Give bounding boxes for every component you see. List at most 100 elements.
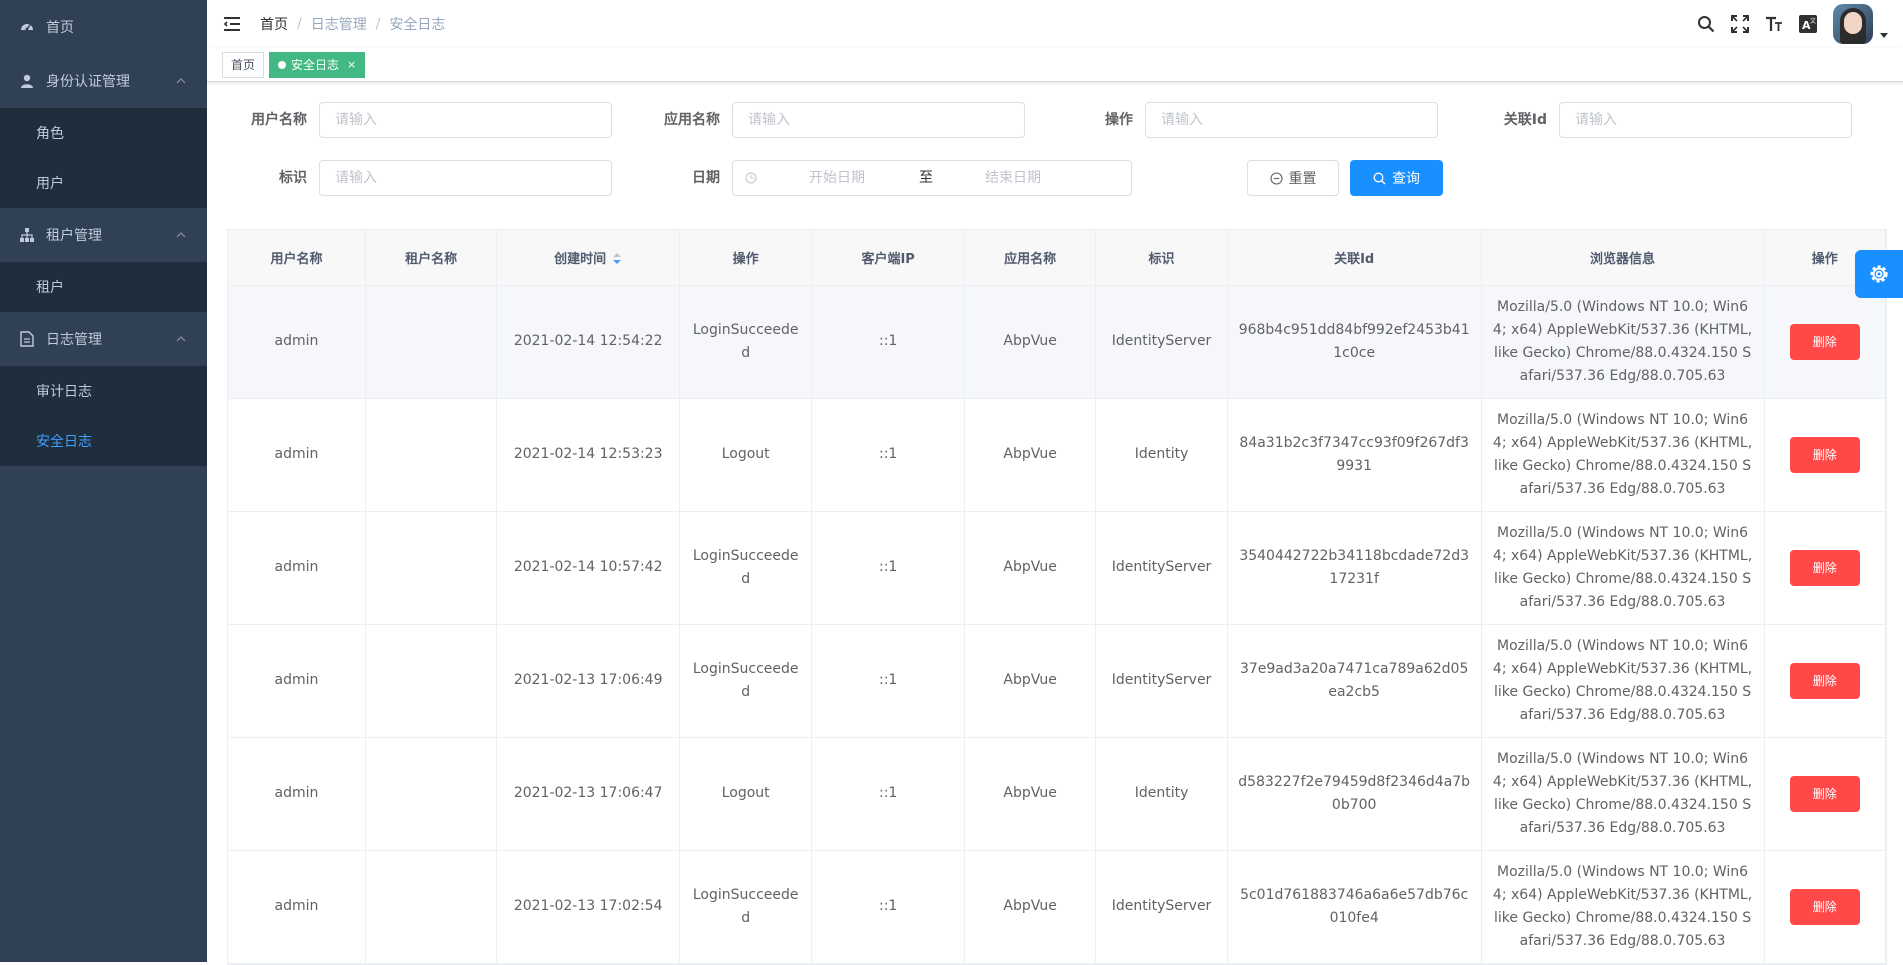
identity-input[interactable]: 请输入 (319, 160, 612, 196)
chevron-up-icon (176, 232, 186, 238)
appname-input[interactable]: 请输入 (732, 102, 1025, 138)
fullscreen-icon[interactable] (1723, 0, 1757, 48)
cell-correlation: 968b4c951dd84bf992ef2453b411c0ce (1227, 285, 1482, 399)
breadcrumb: 首页 / 日志管理 / 安全日志 (260, 14, 445, 34)
language-icon[interactable]: A文 (1791, 0, 1825, 48)
end-date-input[interactable]: 结束日期 (985, 161, 1041, 195)
tag-home[interactable]: 首页 (222, 51, 265, 78)
search-button-label: 查询 (1392, 171, 1420, 187)
sidebar-item-label: 租户 (36, 280, 64, 296)
sidebar-item-security-log[interactable]: 安全日志 (0, 416, 207, 466)
settings-button[interactable] (1855, 250, 1903, 298)
delete-button[interactable]: 删除 (1789, 436, 1860, 473)
cell-tenant (365, 398, 498, 512)
table-row[interactable]: admin 2021-02-13 17:06:49 LoginSucceeded… (228, 624, 1887, 738)
cell-appname: AbpVue (964, 285, 1097, 399)
action-input[interactable]: 请输入 (1145, 102, 1438, 138)
table-row[interactable]: admin 2021-02-14 12:54:22 LoginSucceeded… (228, 285, 1887, 399)
search-button[interactable]: 查询 (1350, 160, 1443, 196)
table-row[interactable]: admin 2021-02-13 17:06:47 Logout ::1 Abp… (228, 737, 1887, 851)
sidebar-item-identity[interactable]: 身份认证管理 (0, 54, 207, 108)
sidebar-item-home[interactable]: 首页 (0, 0, 207, 54)
username-label: 用户名称 (251, 112, 307, 128)
cell-browser: Mozilla/5.0 (Windows NT 10.0; Win64; x64… (1481, 850, 1765, 964)
col-header-created-time[interactable]: 创建时间 (496, 230, 680, 286)
cell-correlation: 3540442722b34118bcdade72d317231f (1227, 511, 1482, 625)
table-row[interactable]: admin 2021-02-13 17:02:54 LoginSucceeded… (228, 850, 1887, 964)
avatar[interactable] (1833, 4, 1873, 44)
col-header-appname: 应用名称 (964, 230, 1097, 286)
breadcrumb-home[interactable]: 首页 (260, 14, 288, 34)
cell-browser: Mozilla/5.0 (Windows NT 10.0; Win64; x64… (1481, 737, 1765, 851)
svg-text:文: 文 (1810, 17, 1816, 25)
table-header-row: 用户名称 租户名称 创建时间 操作 客户端IP 应用名称 标识 关联Id 浏览器… (228, 230, 1887, 286)
cell-identity: IdentityServer (1095, 511, 1228, 625)
filter-form: 用户名称 请输入 应用名称 请输入 操作 请输入 关联Id 请输入 标识 请输入… (227, 102, 1887, 218)
sidebar-item-label: 租户管理 (46, 228, 102, 244)
sort-icon[interactable] (612, 252, 622, 266)
cell-action: Logout (679, 737, 813, 851)
table-row[interactable]: admin 2021-02-14 10:57:42 LoginSucceeded… (228, 511, 1887, 625)
clock-icon (745, 172, 757, 184)
col-header-browser: 浏览器信息 (1481, 230, 1765, 286)
table-row[interactable]: admin 2021-02-14 12:53:23 Logout ::1 Abp… (228, 398, 1887, 512)
breadcrumb-log-mgmt[interactable]: 日志管理 (311, 14, 367, 34)
cell-client-ip: ::1 (811, 285, 965, 399)
sidebar: 首页 身份认证管理 角色 用户 租户管理 租户 日志管理 审计日志 安全日志 (0, 0, 207, 962)
cell-browser: Mozilla/5.0 (Windows NT 10.0; Win64; x64… (1481, 398, 1765, 512)
sidebar-item-tenants[interactable]: 租户 (0, 262, 207, 312)
reset-button[interactable]: 重置 (1247, 160, 1339, 196)
sidebar-item-log-mgmt[interactable]: 日志管理 (0, 312, 207, 366)
cell-username: admin (228, 737, 366, 851)
delete-button[interactable]: 删除 (1789, 549, 1860, 586)
active-dot-icon (278, 60, 287, 69)
delete-button[interactable]: 删除 (1789, 662, 1860, 699)
navbar: 首页 / 日志管理 / 安全日志 A文 (207, 0, 1903, 48)
hamburger-icon[interactable] (222, 14, 242, 34)
username-input[interactable]: 请输入 (319, 102, 612, 138)
submenu-tenant: 租户 (0, 262, 207, 312)
cell-created-time: 2021-02-13 17:06:49 (496, 624, 680, 738)
cell-client-ip: ::1 (811, 398, 965, 512)
date-range-picker[interactable]: 开始日期 至 结束日期 (732, 160, 1132, 196)
delete-button[interactable]: 删除 (1789, 775, 1860, 812)
delete-button[interactable]: 删除 (1789, 323, 1860, 360)
security-log-table: 用户名称 租户名称 创建时间 操作 客户端IP 应用名称 标识 关联Id 浏览器… (227, 229, 1887, 965)
cell-username: admin (228, 398, 366, 512)
cell-username: admin (228, 511, 366, 625)
cell-identity: Identity (1095, 398, 1228, 512)
cell-action: LoginSucceeded (679, 624, 813, 738)
sidebar-item-tenant-mgmt[interactable]: 租户管理 (0, 208, 207, 262)
range-separator: 至 (919, 170, 933, 186)
delete-button[interactable]: 删除 (1789, 888, 1860, 925)
col-header-identity: 标识 (1095, 230, 1228, 286)
caret-down-icon[interactable] (1879, 30, 1889, 40)
col-header-client-ip: 客户端IP (811, 230, 965, 286)
appname-label: 应用名称 (664, 112, 720, 128)
font-size-icon[interactable] (1757, 0, 1791, 48)
start-date-input[interactable]: 开始日期 (809, 161, 865, 195)
sidebar-item-label: 用户 (36, 176, 64, 192)
cell-operation: 删除 (1764, 511, 1887, 625)
col-header-username: 用户名称 (228, 230, 366, 286)
main-content: 首页 / 日志管理 / 安全日志 A文 首页 安全日志 × 用户名称 请输入 应… (207, 0, 1903, 965)
submenu-identity: 角色 用户 (0, 108, 207, 208)
sidebar-item-label: 审计日志 (36, 384, 92, 400)
correlation-input[interactable]: 请输入 (1559, 102, 1852, 138)
sidebar-item-audit-log[interactable]: 审计日志 (0, 366, 207, 416)
col-header-label: 创建时间 (554, 251, 607, 267)
cell-client-ip: ::1 (811, 737, 965, 851)
close-icon[interactable]: × (347, 53, 356, 77)
cell-client-ip: ::1 (811, 624, 965, 738)
search-icon (1373, 172, 1386, 184)
cell-correlation: 5c01d761883746a6a6e57db76c010fe4 (1227, 850, 1482, 964)
breadcrumb-security-log: 安全日志 (389, 17, 446, 33)
cell-appname: AbpVue (964, 511, 1097, 625)
sidebar-item-roles[interactable]: 角色 (0, 108, 207, 158)
cell-operation: 删除 (1764, 624, 1887, 738)
tag-security-log[interactable]: 安全日志 × (269, 51, 366, 78)
cell-username: admin (228, 624, 366, 738)
cell-correlation: 84a31b2c3f7347cc93f09f267df39931 (1227, 398, 1482, 512)
sidebar-item-users[interactable]: 用户 (0, 158, 207, 208)
search-icon[interactable] (1689, 0, 1723, 48)
